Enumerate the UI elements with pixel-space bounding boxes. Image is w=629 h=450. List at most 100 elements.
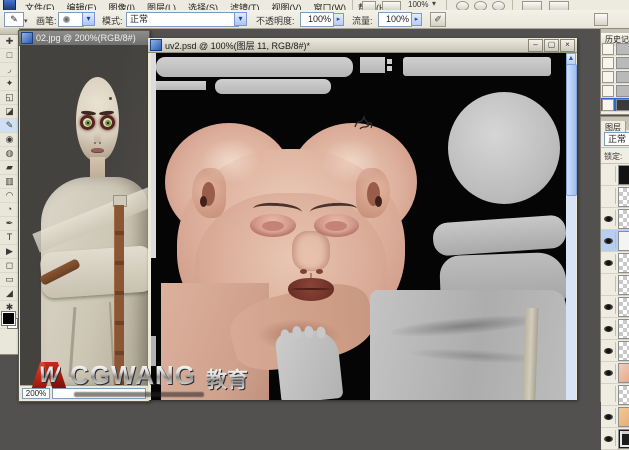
slice-tool[interactable]: ◪: [0, 105, 19, 119]
history-source-checkbox[interactable]: [602, 43, 614, 55]
rectangular-marquee-tool[interactable]: □: [0, 49, 19, 63]
reference-status-bar: 200%: [20, 385, 148, 400]
history-source-checkbox[interactable]: [602, 57, 614, 69]
opacity-label: 不透明度:: [256, 14, 295, 27]
opacity-input[interactable]: 100%: [300, 12, 334, 27]
layer-thumbnail[interactable]: [618, 165, 629, 185]
blend-mode-select[interactable]: 正常: [126, 12, 239, 27]
pen-tool[interactable]: ✒: [0, 217, 19, 231]
blur-tool[interactable]: ◠: [0, 189, 19, 203]
eyedropper-tool[interactable]: ◢: [0, 287, 19, 301]
history-state-row[interactable]: [601, 42, 629, 56]
flow-spinner-icon[interactable]: ▸: [411, 13, 422, 26]
layer-row[interactable]: [601, 428, 629, 450]
layer-blend-mode-select[interactable]: 正常: [604, 132, 629, 146]
layer-thumbnail[interactable]: [618, 363, 629, 383]
layer-thumbnail[interactable]: [618, 429, 629, 449]
brush-preset-picker[interactable]: [58, 12, 84, 27]
flow-input[interactable]: 100%: [378, 12, 412, 27]
eye-toggle[interactable]: [602, 364, 616, 380]
eye-toggle[interactable]: [602, 408, 616, 424]
airbrush-toggle-icon[interactable]: ✐: [430, 12, 446, 27]
layer-row-selected[interactable]: [601, 230, 629, 252]
eye-toggle[interactable]: [602, 342, 616, 358]
lasso-tool[interactable]: ◞: [0, 63, 19, 77]
close-button[interactable]: ×: [560, 39, 575, 52]
uv-strip-piece: [156, 81, 206, 90]
minimize-button[interactable]: –: [528, 39, 543, 52]
layer-row[interactable]: [601, 252, 629, 274]
brush-picker-dropdown-icon[interactable]: ▾: [82, 12, 95, 26]
palette-well-icon[interactable]: [594, 13, 608, 26]
clone-stamp-tool[interactable]: ◉: [0, 133, 19, 147]
gradient-tool[interactable]: ▥: [0, 175, 19, 189]
forehead-mole: [109, 97, 112, 100]
dodge-tool[interactable]: ◔: [0, 203, 19, 217]
layer-row[interactable]: [601, 164, 629, 186]
zoom-dropdown-icon[interactable]: ▾: [432, 0, 436, 8]
eye-toggle[interactable]: [602, 210, 616, 226]
maximize-button[interactable]: ▢: [544, 39, 559, 52]
uv-canvas[interactable]: [151, 53, 566, 400]
reference-title-bar[interactable]: 02.jpg @ 200%(RGB/8#): [19, 31, 149, 46]
eye-toggle[interactable]: [602, 430, 616, 446]
active-tool-icon[interactable]: ✎: [4, 12, 24, 27]
history-state-row[interactable]: [601, 70, 629, 84]
eye-toggle[interactable]: [602, 232, 616, 248]
notes-tool[interactable]: ▭: [0, 273, 19, 287]
toolbox-grip[interactable]: [0, 28, 19, 35]
layer-row[interactable]: [601, 318, 629, 340]
zoom-percent-field[interactable]: 200%: [22, 388, 50, 399]
crop-tool[interactable]: ◱: [0, 91, 19, 105]
zoom-level-field[interactable]: 100%: [408, 0, 428, 9]
layer-thumbnail[interactable]: [618, 385, 629, 405]
layer-thumbnail[interactable]: [618, 319, 629, 339]
layer-thumbnail[interactable]: [618, 187, 629, 207]
eye-toggle[interactable]: [602, 166, 616, 182]
brush-tool[interactable]: ✎: [0, 119, 19, 133]
history-state-row[interactable]: [601, 84, 629, 98]
path-select-tool[interactable]: ▶: [0, 245, 19, 259]
layer-row[interactable]: [601, 274, 629, 296]
layer-thumbnail[interactable]: [618, 407, 629, 427]
shape-tool[interactable]: ◻: [0, 259, 19, 273]
opacity-spinner-icon[interactable]: ▸: [333, 13, 344, 26]
eye-toggle[interactable]: [602, 320, 616, 336]
layer-row[interactable]: [601, 296, 629, 318]
eye-toggle[interactable]: [602, 298, 616, 314]
layer-thumbnail[interactable]: [618, 209, 629, 229]
layer-thumbnail[interactable]: [618, 253, 629, 273]
history-source-checkbox[interactable]: [602, 71, 614, 83]
character-viewport[interactable]: [20, 45, 148, 385]
layer-thumbnail[interactable]: [618, 231, 629, 251]
layer-thumbnail[interactable]: [618, 297, 629, 317]
left-pupil: [87, 122, 89, 124]
foreground-color-swatch[interactable]: [2, 312, 15, 325]
tool-preset-dropdown-icon[interactable]: ▾: [24, 17, 28, 25]
layer-row[interactable]: [601, 340, 629, 362]
vertical-scrollbar[interactable]: ▲: [566, 53, 576, 400]
eye-toggle[interactable]: [602, 254, 616, 270]
main-title-bar[interactable]: uv2.psd @ 100%(图层 11, RGB/8#)* – ▢ ×: [148, 38, 577, 53]
magic-wand-tool[interactable]: ✦: [0, 77, 19, 91]
layer-thumbnail[interactable]: [618, 341, 629, 361]
eraser-tool[interactable]: ▰: [0, 161, 19, 175]
layer-thumbnail[interactable]: [618, 275, 629, 295]
layer-row[interactable]: [601, 384, 629, 406]
scrollbar-thumb[interactable]: [566, 64, 577, 196]
eye-toggle[interactable]: [602, 188, 616, 204]
layer-row[interactable]: [601, 186, 629, 208]
history-source-checkbox[interactable]: [602, 85, 614, 97]
history-state-row[interactable]: [601, 56, 629, 70]
type-tool[interactable]: T: [0, 231, 19, 245]
right-eye: [103, 118, 112, 127]
move-tool[interactable]: ✚: [0, 35, 19, 49]
history-source-checkbox[interactable]: [602, 99, 614, 111]
history-brush-tool[interactable]: ◍: [0, 147, 19, 161]
eye-toggle[interactable]: [602, 276, 616, 292]
layer-row[interactable]: [601, 362, 629, 384]
layer-row[interactable]: [601, 208, 629, 230]
blend-mode-dropdown-icon[interactable]: ▾: [234, 12, 247, 26]
history-state-row-selected[interactable]: [601, 98, 629, 112]
layer-row[interactable]: [601, 406, 629, 428]
